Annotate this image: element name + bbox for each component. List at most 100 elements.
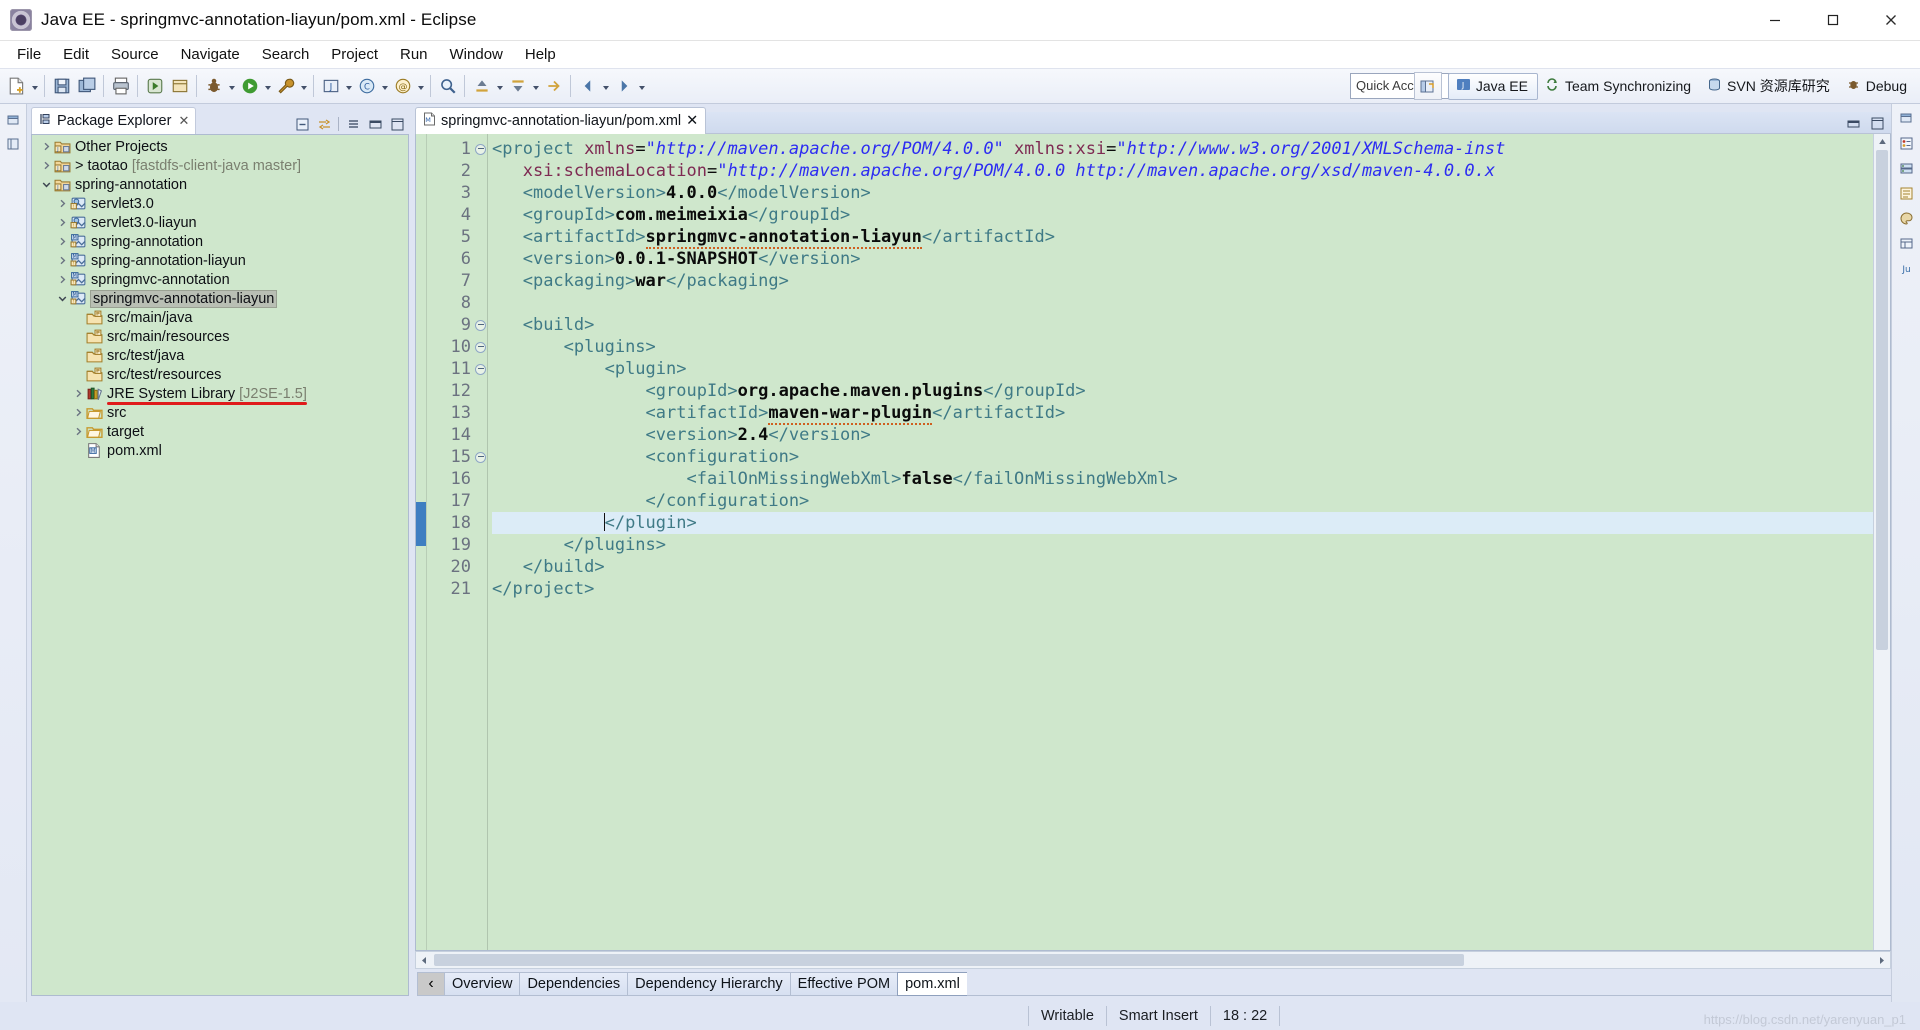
pom-editor-page-tabs[interactable]: ‹ Overview Dependencies Dependency Hierarch… — [415, 972, 1891, 996]
markers-view-icon[interactable] — [1896, 233, 1916, 253]
chevron-down-icon[interactable] — [38, 175, 54, 194]
code-line[interactable]: <groupId>org.apache.maven.plugins</group… — [492, 380, 1873, 402]
outline-view-icon[interactable] — [1896, 133, 1916, 153]
tree-item-spring-annotation[interactable]: M! spring-annotation — [32, 232, 408, 251]
tree-item-spring-annotation[interactable]: Jspring-annotation — [32, 175, 408, 194]
code-line[interactable]: <build> — [492, 314, 1873, 336]
tree-item-src[interactable]: src — [32, 403, 408, 422]
chevron-right-icon[interactable] — [54, 251, 70, 270]
minimize-button[interactable] — [1746, 0, 1804, 40]
tree-item-taotao[interactable]: J > taotao [fastdfs-client-java master] — [32, 156, 408, 175]
run-button-dropdown[interactable] — [262, 73, 273, 99]
tab-package-explorer[interactable]: Package Explorer ✕ — [31, 107, 197, 134]
perspective-team-synchronizing[interactable]: Team Synchronizing — [1538, 74, 1700, 99]
tree-item-springmvc-annotation[interactable]: M! springmvc-annotation — [32, 270, 408, 289]
annotation-ruler[interactable] — [416, 134, 427, 950]
code-text[interactable]: <project xmlns="http://maven.apache.org/… — [488, 134, 1873, 950]
code-line[interactable]: <modelVersion>4.0.0</modelVersion> — [492, 182, 1873, 204]
tree-item-target[interactable]: target — [32, 422, 408, 441]
code-line[interactable]: <packaging>war</packaging> — [492, 270, 1873, 292]
tree-item-src-main-resources[interactable]: src/main/resources — [32, 327, 408, 346]
run-button[interactable] — [237, 73, 262, 99]
code-line[interactable]: <version>2.4</version> — [492, 424, 1873, 446]
search-button[interactable] — [435, 73, 460, 99]
previous-annotation-button-dropdown[interactable] — [494, 73, 505, 99]
previous-annotation-button[interactable] — [469, 73, 494, 99]
fold-collapse-icon[interactable] — [474, 138, 487, 160]
back-button[interactable] — [575, 73, 600, 99]
chevron-right-icon[interactable] — [70, 422, 86, 441]
snippets-view-icon[interactable] — [1896, 183, 1916, 203]
perspective-debug[interactable]: Debug — [1839, 74, 1916, 99]
code-line[interactable]: </configuration> — [492, 490, 1873, 512]
junit-view-icon[interactable]: Ju — [1896, 258, 1916, 278]
folding-ruler[interactable] — [474, 134, 488, 950]
chevron-right-icon[interactable] — [54, 194, 70, 213]
forward-button[interactable] — [611, 73, 636, 99]
previous-page-tab-button[interactable]: ‹ — [417, 972, 444, 996]
editor-horizontal-scrollbar[interactable] — [415, 951, 1891, 969]
new-wizard-button-dropdown[interactable] — [29, 73, 40, 99]
code-line[interactable]: <artifactId>springmvc-annotation-liayun<… — [492, 226, 1873, 249]
last-edit-location-button[interactable] — [541, 73, 566, 99]
scroll-up-icon[interactable] — [1874, 134, 1890, 149]
close-icon[interactable]: ✕ — [686, 113, 698, 129]
code-line[interactable]: <project xmlns="http://maven.apache.org/… — [492, 138, 1873, 160]
code-line[interactable]: <configuration> — [492, 446, 1873, 468]
scroll-right-icon[interactable] — [1873, 956, 1890, 965]
new-wizard-button[interactable] — [4, 73, 29, 99]
tree-item-other-projects[interactable]: J Other Projects — [32, 137, 408, 156]
menu-search[interactable]: Search — [251, 43, 321, 67]
code-line[interactable]: <groupId>com.meimeixia</groupId> — [492, 204, 1873, 226]
tree-item-src-test-resources[interactable]: src/test/resources — [32, 365, 408, 384]
code-line[interactable]: <artifactId>maven-war-plugin</artifactId… — [492, 402, 1873, 425]
tree-item-springmvc-annotation-liayun[interactable]: M! springmvc-annotation-liayun — [32, 289, 408, 308]
restore-view-icon[interactable] — [3, 110, 23, 130]
restore-view-icon[interactable] — [1896, 108, 1916, 128]
minimize-editor-icon[interactable] — [1845, 115, 1861, 131]
tree-item-jre-system-library[interactable]: JRE System Library [J2SE-1.5] — [32, 384, 408, 405]
code-line[interactable]: <failOnMissingWebXml>false</failOnMissin… — [492, 468, 1873, 490]
code-line[interactable]: </build> — [492, 556, 1873, 578]
fold-collapse-icon[interactable] — [474, 314, 487, 336]
scroll-left-icon[interactable] — [416, 956, 433, 965]
collapse-all-icon[interactable] — [294, 116, 310, 132]
fold-collapse-icon[interactable] — [474, 336, 487, 358]
view-menu-icon[interactable] — [345, 116, 361, 132]
page-tab-dependency-hierarchy[interactable]: Dependency Hierarchy — [627, 972, 790, 996]
vertical-scroll-thumb[interactable] — [1876, 150, 1888, 650]
package-explorer-fastview-icon[interactable] — [3, 134, 23, 154]
tree-item-servlet3-0-liayun[interactable]: ! servlet3.0-liayun — [32, 213, 408, 232]
chevron-right-icon[interactable] — [54, 232, 70, 251]
close-icon[interactable]: ✕ — [178, 113, 189, 129]
tree-item-src-main-java[interactable]: src/main/java — [32, 308, 408, 327]
page-tab-overview[interactable]: Overview — [444, 972, 520, 996]
maximize-editor-icon[interactable] — [1869, 115, 1885, 131]
menu-project[interactable]: Project — [320, 43, 389, 67]
run-external-tools-button-dropdown[interactable] — [298, 73, 309, 99]
menu-edit[interactable]: Edit — [52, 43, 100, 67]
open-perspective-button[interactable] — [1413, 72, 1442, 100]
tree-item-servlet3-0[interactable]: ! servlet3.0 — [32, 194, 408, 213]
back-button-dropdown[interactable] — [600, 73, 611, 99]
page-tab-dependencies[interactable]: Dependencies — [519, 972, 628, 996]
chevron-down-icon[interactable] — [54, 289, 70, 308]
code-line[interactable] — [492, 292, 1873, 314]
new-java-project-button[interactable]: J — [318, 73, 343, 99]
chevron-right-icon[interactable] — [70, 384, 86, 403]
menu-navigate[interactable]: Navigate — [170, 43, 251, 67]
save-button[interactable] — [49, 73, 74, 99]
fold-collapse-icon[interactable] — [474, 446, 487, 468]
code-line[interactable]: <plugin> — [492, 358, 1873, 380]
forward-button-dropdown[interactable] — [636, 73, 647, 99]
new-class-button[interactable]: C — [354, 73, 379, 99]
perspective-java-ee[interactable]: J Java EE — [1447, 72, 1538, 100]
link-with-editor-icon[interactable] — [316, 116, 332, 132]
next-annotation-button-dropdown[interactable] — [530, 73, 541, 99]
minimize-view-icon[interactable] — [367, 116, 383, 132]
maximize-view-icon[interactable] — [389, 116, 405, 132]
next-annotation-button[interactable] — [505, 73, 530, 99]
chevron-right-icon[interactable] — [54, 213, 70, 232]
chevron-right-icon[interactable] — [38, 156, 54, 175]
horizontal-scroll-thumb[interactable] — [434, 954, 1464, 966]
